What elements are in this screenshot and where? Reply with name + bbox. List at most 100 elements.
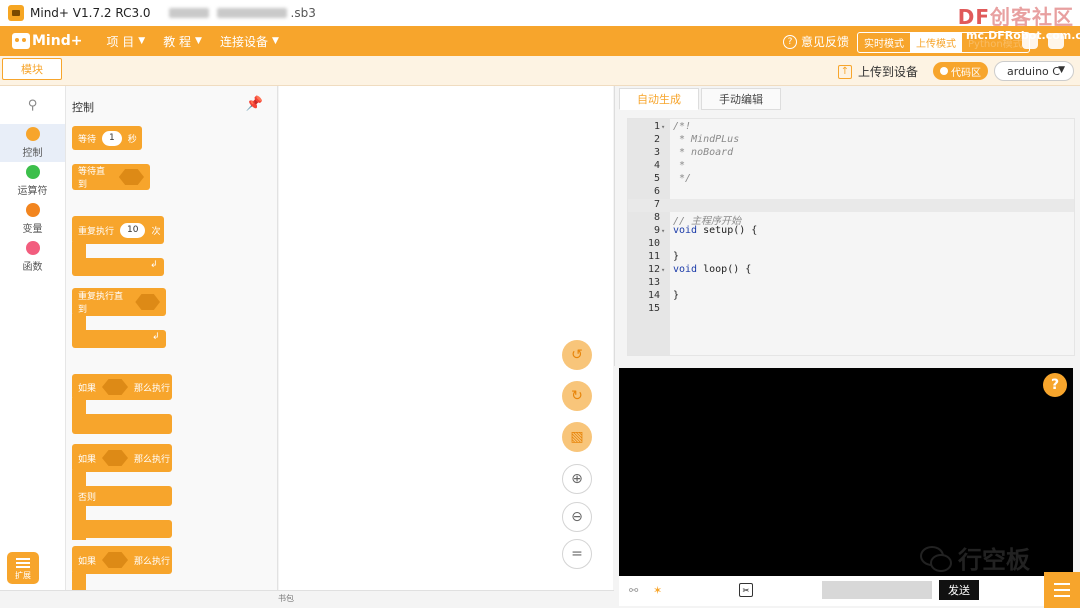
- code-text: // 主程序开始: [673, 216, 742, 227]
- code-line: 6: [628, 186, 1074, 199]
- category-dot: [25, 241, 40, 255]
- wait-seconds-input[interactable]: 1: [102, 130, 122, 146]
- code-text: * noBoard: [673, 147, 734, 158]
- line-number: 14: [647, 290, 660, 301]
- chevron-down-icon: ▼: [138, 36, 146, 46]
- code-text: }: [673, 290, 680, 301]
- script-workspace[interactable]: ↺ ↻ ▧ ⊕ ⊖ =: [279, 86, 613, 590]
- loop-arrow-icon: ↲: [152, 332, 160, 342]
- menu-icon[interactable]: [1044, 572, 1080, 608]
- fold-arrow-icon[interactable]: ▾: [660, 225, 670, 238]
- crop-icon[interactable]: ▧: [562, 422, 592, 452]
- title-bar: Mind+ V1.7.2 RC3.0 .sb3 DF创客社区: [0, 0, 1080, 29]
- help-icon[interactable]: ?: [1043, 373, 1067, 397]
- line-number: 3: [653, 147, 660, 158]
- send-button[interactable]: 发送: [939, 580, 979, 600]
- block-footer: [72, 520, 172, 538]
- category-control[interactable]: 控制: [0, 124, 65, 162]
- zoom-in-icon[interactable]: ⊕: [562, 464, 592, 494]
- feedback-button[interactable]: ? 意见反馈: [783, 33, 849, 50]
- boolean-slot: [135, 294, 160, 310]
- boolean-slot: [118, 169, 144, 185]
- block-if-then[interactable]: 如果 那么执行: [72, 374, 174, 434]
- line-number: 15: [647, 303, 660, 314]
- block-repeat[interactable]: 重复执行 10 次 ↲: [72, 216, 166, 278]
- fold-arrow-icon: [660, 147, 670, 160]
- board-select[interactable]: arduino C ▼: [994, 61, 1074, 81]
- blurred-filename-part: [168, 8, 209, 18]
- line-number: 8: [653, 212, 660, 223]
- menu-connect-device[interactable]: 连接设备 ▼: [220, 33, 279, 50]
- mode-upload[interactable]: 上传模式: [910, 33, 962, 52]
- code-editor[interactable]: 1 ▾/*! 2 * MindPLus 3 * noBoard 4 * 5 */6 7 8//…: [627, 118, 1075, 356]
- code-line: 1 ▾/*!: [628, 121, 1074, 134]
- code-text: }: [673, 251, 680, 262]
- code-line: 13: [628, 277, 1074, 290]
- block-if-else[interactable]: 如果 那么执行 否则: [72, 444, 174, 540]
- fold-arrow-icon[interactable]: ▾: [660, 264, 670, 277]
- search-icon[interactable]: ⚲: [0, 86, 65, 124]
- line-number: 10: [647, 238, 660, 249]
- code-line: 2 * MindPLus: [628, 134, 1074, 147]
- fold-arrow-icon: [660, 290, 670, 303]
- category-variables[interactable]: 变量: [0, 200, 65, 238]
- chevron-down-icon: ▼: [271, 36, 279, 46]
- category-dot: [25, 203, 40, 217]
- backpack-bar[interactable]: 书包: [0, 590, 614, 608]
- code-line: 10: [628, 238, 1074, 251]
- robot-logo-icon: [12, 33, 30, 49]
- fold-arrow-icon: [660, 238, 670, 251]
- menu-tutorial[interactable]: 教 程 ▼: [163, 33, 202, 50]
- menu-project[interactable]: 项 目 ▼: [106, 33, 145, 50]
- fold-arrow-icon: [660, 160, 670, 173]
- tab-blocks[interactable]: 模块: [2, 58, 62, 80]
- fold-arrow-icon: [660, 173, 670, 186]
- usb-icon[interactable]: ⚯: [629, 584, 638, 597]
- line-number: 12: [647, 264, 660, 275]
- extension-button[interactable]: 扩展: [7, 552, 39, 584]
- block-if-header: 如果 那么执行: [72, 444, 172, 472]
- redo-icon[interactable]: ↻: [562, 381, 592, 411]
- fold-arrow-icon: [660, 134, 670, 147]
- user-icon[interactable]: [1048, 33, 1064, 49]
- code-line: 12 ▾ void loop() {: [628, 264, 1074, 277]
- code-line: 11}: [628, 251, 1074, 264]
- chevron-down-icon: ▼: [1058, 65, 1065, 75]
- line-number: 2: [653, 134, 660, 145]
- category-functions[interactable]: 函数: [0, 238, 65, 276]
- block-repeat-until[interactable]: 重复执行直到 ↲: [72, 288, 168, 350]
- clear-output-icon[interactable]: ✂: [739, 583, 753, 597]
- blurred-filename-part: [216, 8, 287, 18]
- pin-icon[interactable]: 📌: [246, 96, 263, 112]
- zoom-reset-icon[interactable]: =: [562, 539, 592, 569]
- scroll-lock-icon[interactable]: ✶: [653, 584, 662, 597]
- code-text: */: [673, 173, 692, 184]
- undo-icon[interactable]: ↺: [562, 340, 592, 370]
- code-area-toggle[interactable]: 代码区: [933, 62, 988, 80]
- fold-arrow-icon: [660, 251, 670, 264]
- block-wait[interactable]: 等待 1 秒: [72, 126, 142, 150]
- block-palette: 控制 📌 等待 1 秒 等待直到 重复执行 10 次 ↲ 重复执行直到 ↲ 如果…: [66, 86, 278, 590]
- upload-to-device-button[interactable]: ↑ 上传到设备: [838, 63, 918, 80]
- tab-manual-edit[interactable]: 手动编辑: [701, 88, 781, 110]
- zoom-out-icon[interactable]: ⊖: [562, 502, 592, 532]
- tab-auto-generate[interactable]: 自动生成: [619, 88, 699, 110]
- code-line: 14}: [628, 290, 1074, 303]
- block-wait-until[interactable]: 等待直到: [72, 164, 150, 190]
- menu-bar: Mind+ 项 目 ▼ 教 程 ▼ 连接设备 ▼ ? 意见反馈 实时模式 上传模式 P…: [0, 26, 1080, 56]
- settings-icon[interactable]: [1022, 33, 1038, 49]
- block-if-then-2[interactable]: 如果 那么执行: [72, 546, 174, 590]
- category-operators[interactable]: 运算符: [0, 162, 65, 200]
- fold-arrow-icon[interactable]: ▾: [660, 121, 670, 134]
- file-extension: .sb3: [290, 6, 316, 20]
- mode-realtime[interactable]: 实时模式: [858, 33, 910, 52]
- line-number: 6: [653, 186, 660, 197]
- top-right-icons: [1022, 33, 1064, 49]
- fold-arrow-icon: [660, 212, 670, 225]
- repeat-count-input[interactable]: 10: [120, 222, 146, 238]
- code-line: 9 ▾ void setup() {: [628, 225, 1074, 238]
- serial-send-input[interactable]: [822, 581, 932, 599]
- line-number: 4: [653, 160, 660, 171]
